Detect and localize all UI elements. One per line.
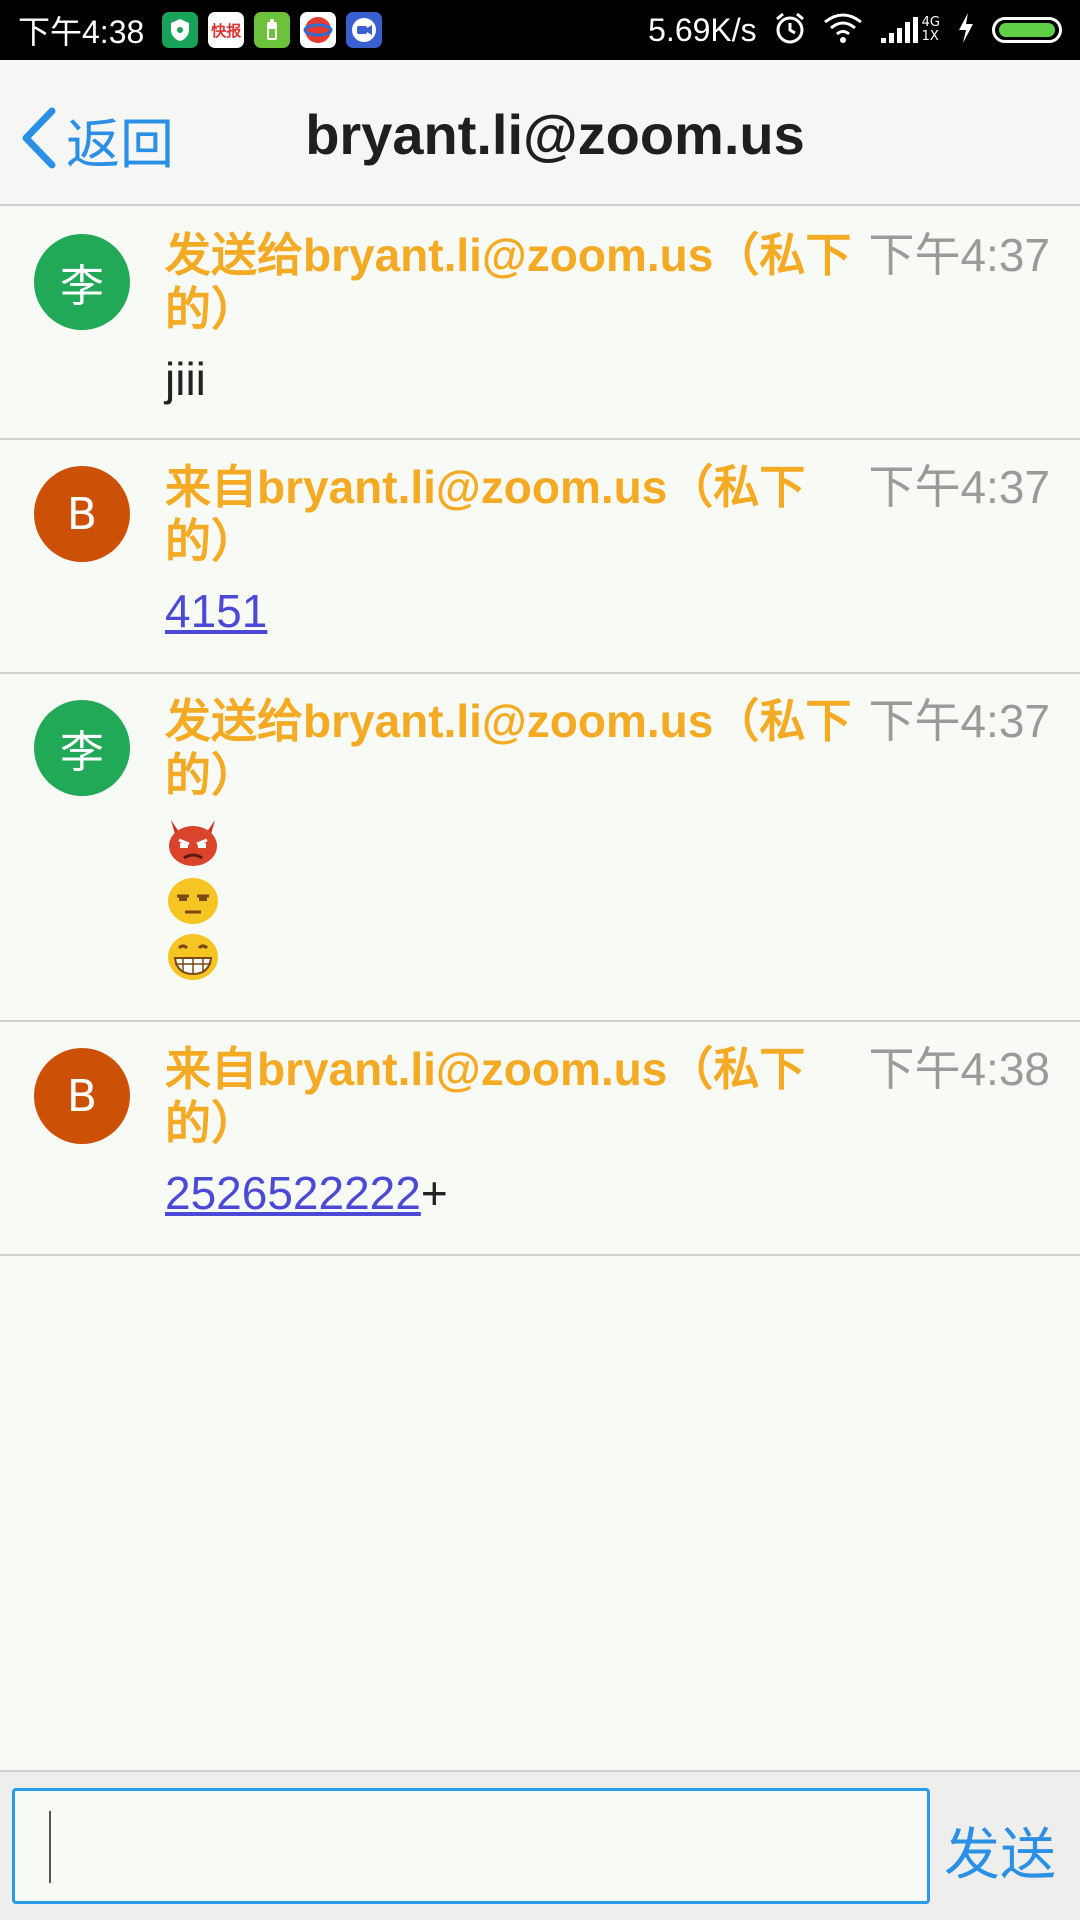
angry-devil-emoji [169,820,217,866]
message-time: 下午4:37 [868,461,1050,513]
message-time: 下午4:37 [868,229,1050,281]
battery-icon [992,17,1062,43]
battery-app-icon [254,12,291,48]
news-app-icon: 快报 [208,12,245,48]
cell-signal-icon: 4G 1X [879,16,940,44]
sender-line: 发送给bryant.li@zoom.us（私下 [165,229,852,281]
message-item: B 来自bryant.li@zoom.us（私下 的） 下午4:38 25265… [0,1022,1080,1256]
text-caret [49,1811,51,1883]
sender-line: 的） [165,749,257,801]
phone-number-link[interactable]: 2526522222 [165,1167,421,1219]
avatar: 李 [34,234,130,330]
avatar: B [34,1048,130,1144]
sender-line: 的） [165,1097,257,1149]
composer-bar: 发送 [0,1770,1080,1920]
network-type-top: 4G [921,15,940,30]
zoom-app-icon [346,12,383,48]
avatar: B [34,466,130,562]
network-type-bottom: 1X [921,29,939,44]
avatar-text: 李 [60,261,104,312]
sender-line: 的） [165,283,257,335]
sender-line: 发送给bryant.li@zoom.us（私下 [165,695,852,747]
message-time: 下午4:38 [868,1043,1050,1095]
wifi-icon [823,12,863,48]
unamused-face-emoji [168,878,218,924]
charging-icon [956,12,976,48]
sender-label: 来自bryant.li@zoom.us（私下 的） [165,460,855,568]
page-title: bryant.li@zoom.us [305,103,805,166]
nav-header: 返回 bryant.li@zoom.us [0,60,1080,206]
alarm-icon [773,11,807,49]
message-item: 李 发送给bryant.li@zoom.us（私下 的） 下午4:37 [0,674,1080,1022]
avatar-text: B [66,488,98,540]
sender-label: 发送给bryant.li@zoom.us（私下 的） [165,694,855,802]
grinning-face-emoji [168,934,218,980]
message-input[interactable] [12,1788,930,1904]
avatar-text: B [66,1070,98,1122]
net-speed: 5.69K/s [648,11,757,48]
status-app-icons: 快报 [162,12,383,48]
message-item: 李 发送给bryant.li@zoom.us（私下 的） 下午4:37 jiii [0,206,1080,440]
number-link[interactable]: 4151 [165,585,267,637]
send-button[interactable]: 发送 [944,1810,1056,1891]
sender-label: 来自bryant.li@zoom.us（私下 的） [165,1042,855,1150]
avatar-text: 李 [60,727,104,778]
sender-line: 来自bryant.li@zoom.us（私下 [165,1043,806,1095]
message-body: 2526522222+ [165,1166,448,1220]
status-right: 5.69K/s 4G 1X [648,11,1062,49]
message-suffix: + [420,1167,448,1219]
sender-line: 来自bryant.li@zoom.us（私下 [165,461,806,513]
status-bar: 下午4:38 快报 5.69K/s 4G 1X [0,0,1080,60]
shield-app-icon [162,12,199,48]
browser-app-icon [300,12,337,48]
message-text: jiii [165,353,206,405]
battery-fill [999,23,1055,37]
sender-line: 的） [165,515,257,567]
status-time: 下午4:38 [18,14,145,50]
news-app-label: 快报 [211,21,242,40]
message-body: 4151 [165,584,267,638]
avatar: 李 [34,700,130,796]
sender-label: 发送给bryant.li@zoom.us（私下 的） [165,228,855,336]
message-time: 下午4:37 [868,695,1050,747]
message-item: B 来自bryant.li@zoom.us（私下 的） 下午4:37 4151 [0,440,1080,674]
